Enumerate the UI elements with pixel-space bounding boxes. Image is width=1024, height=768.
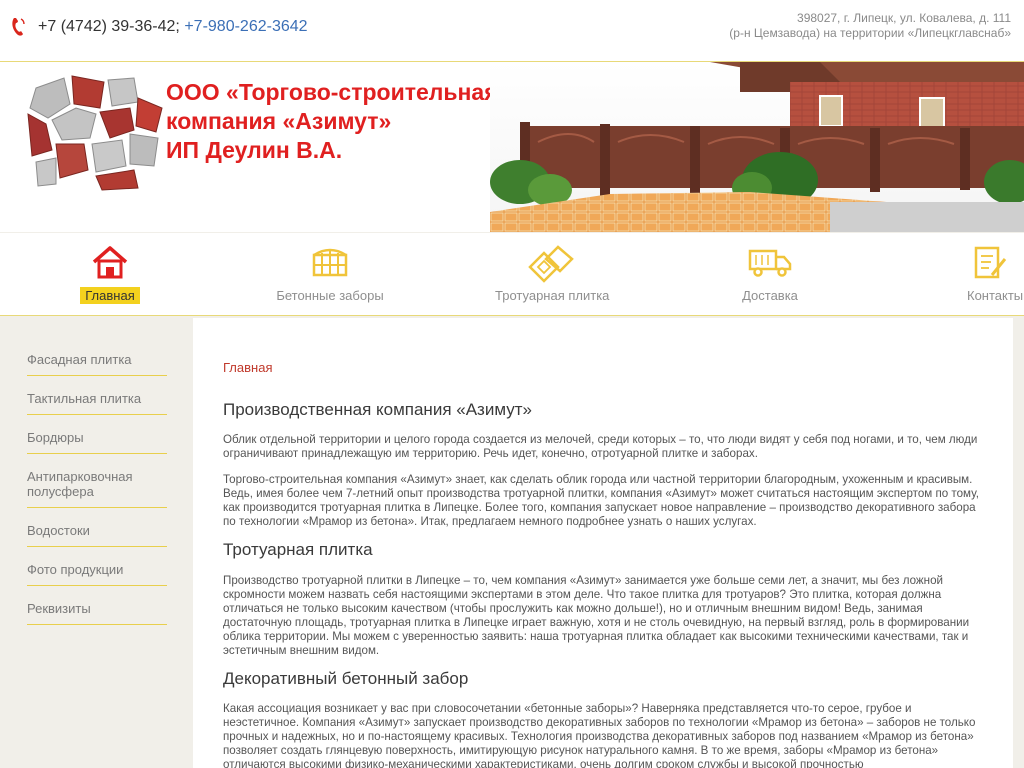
nav-item-home[interactable]: Главная xyxy=(70,233,150,317)
main-nav: Главная Бетонные заборы Тротуарная плитк… xyxy=(0,232,1024,316)
phone-mobile[interactable]: +7-980-262-3642 xyxy=(184,18,307,35)
phone-numbers: +7 (4742) 39-36-42; +7-980-262-3642 xyxy=(38,18,308,36)
section-title-paving-tiles: Тротуарная плитка xyxy=(223,540,373,559)
paragraph-intro: Облик отдельной территории и целого горо… xyxy=(223,433,978,460)
main-content: Главная Производственная компания «Азиму… xyxy=(193,318,1013,768)
top-bar: +7 (4742) 39-36-42; +7-980-262-3642 3980… xyxy=(0,0,1024,62)
house-with-fence-image xyxy=(490,62,1024,232)
paragraph-decorative-fence: Какая ассоциация возникает у вас при сло… xyxy=(223,702,976,768)
address: 398027, г. Липецк, ул. Ковалева, д. 111 … xyxy=(729,11,1011,41)
nav-label-concrete-fences: Бетонные заборы xyxy=(276,288,384,303)
breadcrumb[interactable]: Главная xyxy=(223,360,272,375)
fence-icon xyxy=(312,248,348,277)
sidebar-item-requisites[interactable]: Реквизиты xyxy=(27,601,167,625)
company-line-1: ООО «Торгово-строительная xyxy=(166,79,498,105)
sidebar-item-anti-parking-hemisphere[interactable]: Антипарковочная полусфера xyxy=(27,469,167,508)
nav-item-delivery[interactable]: Доставка xyxy=(720,233,820,317)
sidebar-item-drains[interactable]: Водостоки xyxy=(27,523,167,547)
sidebar-item-facade-tiles[interactable]: Фасадная плитка xyxy=(27,352,167,376)
address-line-1: 398027, г. Липецк, ул. Ковалева, д. 111 xyxy=(797,11,1011,25)
nav-item-paving-tiles[interactable]: Тротуарная плитка xyxy=(490,233,610,317)
company-line-3: ИП Деулин В.А. xyxy=(166,137,343,163)
nav-item-contacts[interactable]: Контакты xyxy=(950,233,1024,317)
section-title-decorative-fence: Декоративный бетонный забор xyxy=(223,669,469,688)
paragraph-paving-tiles: Производство тротуарной плитки в Липецке… xyxy=(223,574,970,657)
sidebar: Фасадная плитка Тактильная плитка Бордюр… xyxy=(0,318,193,768)
sidebar-item-product-photos[interactable]: Фото продукции xyxy=(27,562,167,586)
company-line-2: компания «Азимут» xyxy=(166,108,392,134)
truck-icon xyxy=(748,249,792,277)
nav-item-concrete-fences[interactable]: Бетонные заборы xyxy=(270,233,390,317)
nav-label-delivery: Доставка xyxy=(742,288,798,303)
nav-label-contacts: Контакты xyxy=(967,288,1024,303)
tile-icon xyxy=(528,245,574,283)
nav-label-home: Главная xyxy=(80,287,140,304)
phone-main[interactable]: +7 (4742) 39-36-42; xyxy=(38,18,180,35)
sidebar-item-curbs[interactable]: Бордюры xyxy=(27,430,167,454)
contacts-icon xyxy=(974,246,1007,279)
company-name: ООО «Торгово-строительная компания «Азим… xyxy=(166,78,498,165)
nav-label-paving-tiles: Тротуарная плитка xyxy=(495,288,610,303)
paragraph-company: Торгово-строительная компания «Азимут» з… xyxy=(223,473,980,528)
phone-icon xyxy=(12,18,25,36)
address-line-2: (р-н Цемзавода) на территории «Липецкгла… xyxy=(729,26,1011,40)
home-icon xyxy=(92,246,128,279)
paving-stones-image xyxy=(27,75,163,191)
sidebar-item-tactile-tiles[interactable]: Тактильная плитка xyxy=(27,391,167,415)
section-title-company: Производственная компания «Азимут» xyxy=(223,400,532,419)
banner: ООО «Торгово-строительная компания «Азим… xyxy=(0,62,1024,232)
